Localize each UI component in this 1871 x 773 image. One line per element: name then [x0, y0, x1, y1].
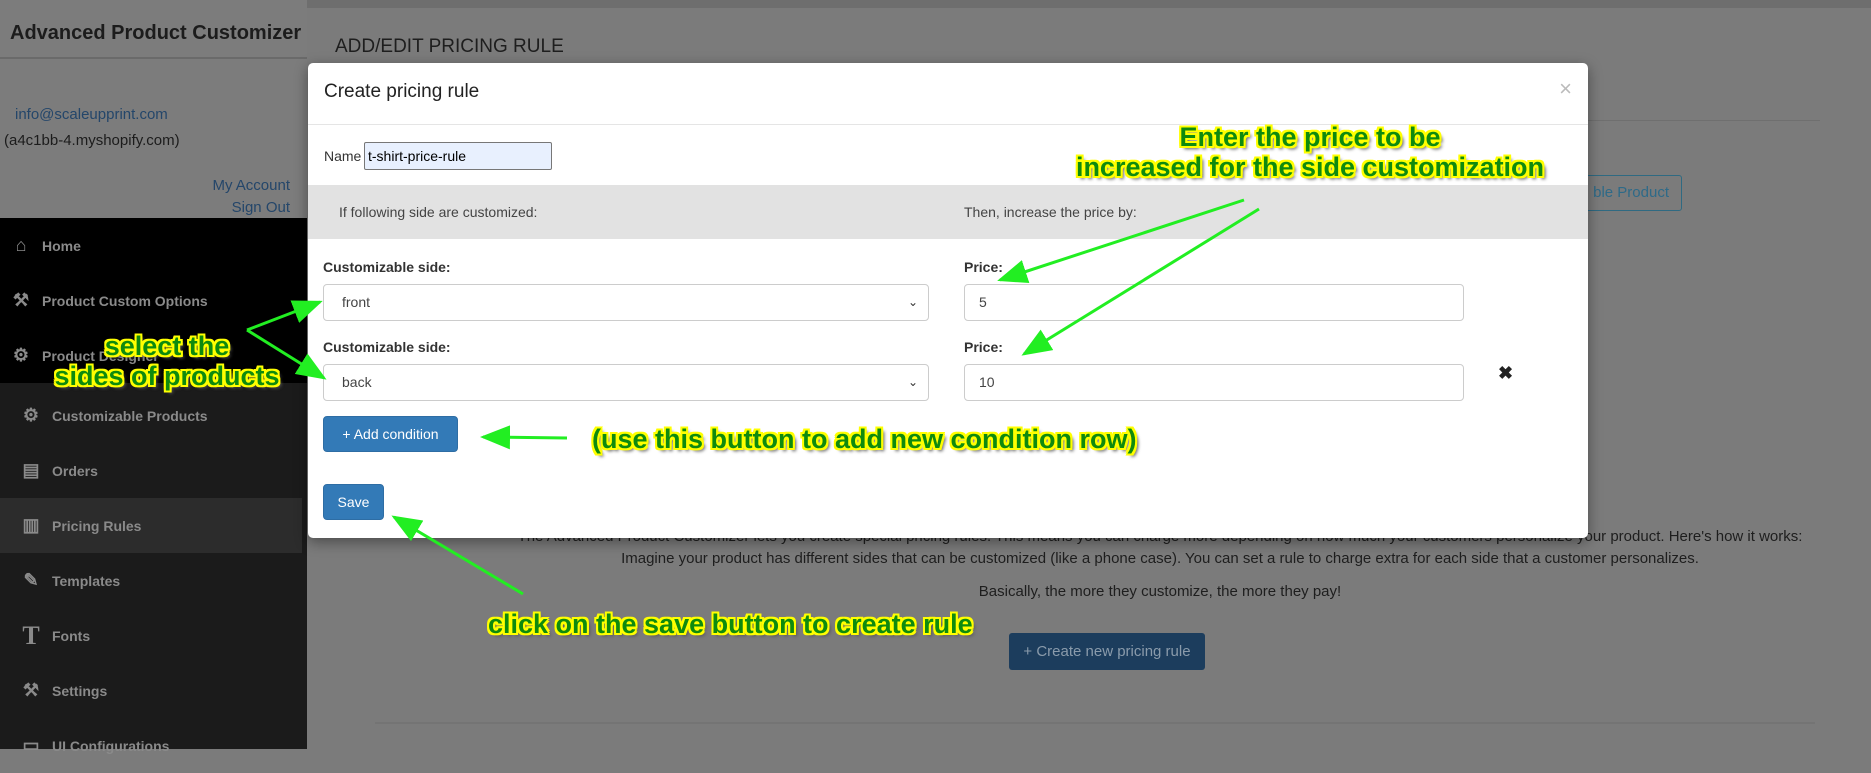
create-new-pricing-rule-button[interactable]: + Create new pricing rule — [1009, 633, 1205, 670]
chevron-down-icon: ⌄ — [907, 375, 918, 389]
price-label: Price: — [964, 259, 1003, 275]
tools-icon: ⚒ — [22, 680, 40, 700]
modal-title: Create pricing rule — [324, 81, 480, 102]
divider — [0, 57, 307, 59]
chevron-down-icon: ⌄ — [907, 295, 918, 309]
font-icon: T — [22, 620, 40, 650]
tools-icon: ⚒ — [12, 290, 30, 310]
sidebar-item-fonts[interactable]: T Fonts — [0, 608, 307, 663]
annotation-price: Enter the price to be increased for the s… — [1010, 122, 1610, 182]
sidebar-item-label: Orders — [52, 462, 98, 479]
home-icon: ⌂ — [15, 235, 27, 255]
network-icon: ⚙ — [22, 405, 40, 425]
ui-icon: ▭ — [22, 735, 40, 755]
sidebar-item-label: Customizable Products — [52, 407, 208, 424]
price-input[interactable]: 10 — [964, 364, 1464, 401]
sidebar-item-product-custom-options[interactable]: ⚒ Product Custom Options — [0, 273, 307, 328]
close-icon[interactable]: × — [1559, 76, 1572, 102]
sidebar-item-label: UI Configurations — [52, 737, 170, 754]
annotation-sides: select the sides of products — [17, 331, 317, 391]
annotation-save: click on the save button to create rule — [488, 609, 973, 639]
side-label: Customizable side: — [323, 339, 451, 355]
side-select-value: back — [342, 374, 372, 390]
shop-domain: (a4c1bb-4.myshopify.com) — [4, 132, 180, 149]
side-select[interactable]: back ⌄ — [323, 364, 929, 401]
sidebar-item-label: Home — [42, 237, 81, 254]
divider — [375, 722, 1815, 724]
price-input[interactable]: 5 — [964, 284, 1464, 321]
name-input[interactable] — [364, 142, 552, 170]
sidebar-item-label: Product Custom Options — [42, 292, 208, 309]
save-button[interactable]: Save — [323, 484, 384, 520]
sidebar-item-label: Pricing Rules — [52, 517, 142, 534]
annotation-line: select the — [104, 331, 230, 361]
orders-icon: ▤ — [22, 460, 40, 480]
clipboard-icon: ▥ — [22, 515, 40, 535]
sidebar-item-label: Fonts — [52, 627, 91, 644]
app-title: Advanced Product Customizer — [10, 22, 302, 44]
annotation-line: increased for the side customization — [1075, 152, 1545, 182]
description-line-2: Imagine your product has different sides… — [621, 550, 1699, 567]
side-select[interactable]: front ⌄ — [323, 284, 929, 321]
sidebar-item-ui-configurations[interactable]: ▭ UI Configurations — [0, 718, 307, 773]
side-label: Customizable side: — [323, 259, 451, 275]
top-bar — [307, 0, 1871, 8]
sidebar-item-home[interactable]: ⌂ Home — [0, 218, 307, 273]
edit-icon: ✎ — [23, 570, 39, 590]
sidebar-item-templates[interactable]: ✎ Templates — [0, 553, 307, 608]
side-select-value: front — [342, 294, 371, 310]
condition-header-left: If following side are customized: — [339, 204, 538, 220]
sidebar-item-pricing-rules[interactable]: ▥ Pricing Rules — [0, 498, 302, 553]
page-title: ADD/EDIT PRICING RULE — [335, 36, 564, 57]
sidebar-item-customizable-products[interactable]: ⚙ Customizable Products — [0, 388, 307, 443]
description-line-3: Basically, the more they customize, the … — [978, 583, 1342, 600]
annotation-line: Enter the price to be — [1179, 122, 1441, 152]
remove-condition-icon[interactable]: ✖ — [1498, 363, 1513, 384]
sidebar-item-label: Settings — [52, 682, 108, 699]
my-account-link[interactable]: My Account — [212, 177, 290, 194]
sidebar-item-orders[interactable]: ▤ Orders — [0, 443, 307, 498]
price-label: Price: — [964, 339, 1003, 355]
account-email[interactable]: info@scaleupprint.com — [15, 106, 168, 123]
sidebar-item-label: Templates — [52, 572, 121, 589]
sidebar-item-settings[interactable]: ⚒ Settings — [0, 663, 307, 718]
condition-header-right: Then, increase the price by: — [964, 204, 1137, 220]
sign-out-link[interactable]: Sign Out — [232, 199, 290, 216]
annotation-line: sides of products — [54, 361, 280, 391]
name-label: Name — [324, 148, 362, 164]
add-condition-button[interactable]: + Add condition — [323, 416, 458, 452]
annotation-add-row: (use this button to add new condition ro… — [592, 424, 1137, 454]
